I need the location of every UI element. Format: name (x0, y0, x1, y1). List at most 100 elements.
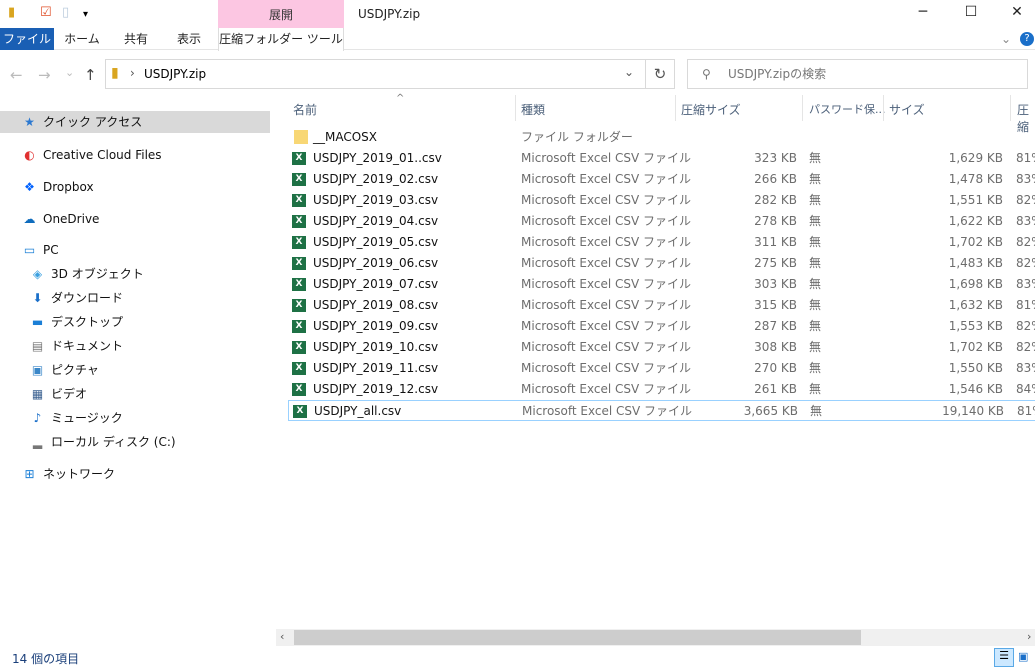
file-row[interactable]: X USDJPY_2019_04.csv Microsoft Excel CSV … (288, 211, 1035, 232)
tab-file[interactable]: ファイル (0, 28, 54, 50)
sidebar-item-label: Dropbox (43, 180, 94, 194)
column-divider[interactable] (802, 95, 803, 121)
sidebar-item[interactable]: ▬ デスクトップ (0, 311, 270, 333)
file-name: USDJPY_2019_01..csv (313, 151, 442, 165)
compression-ratio: 82% (1016, 340, 1035, 354)
extract-context-tab[interactable]: 展開 (218, 0, 344, 28)
address-bar[interactable]: ▮ › USDJPY.zip ⌄ (105, 59, 646, 89)
excel-csv-icon: X (292, 215, 306, 228)
sidebar-item[interactable]: ▦ ビデオ (0, 383, 270, 405)
file-row[interactable]: X USDJPY_2019_11.csv Microsoft Excel CSV … (288, 358, 1035, 379)
file-row[interactable]: X USDJPY_2019_05.csv Microsoft Excel CSV … (288, 232, 1035, 253)
sidebar-item[interactable]: ★ クイック アクセス (0, 111, 270, 133)
scroll-left-icon[interactable]: ‹ (280, 630, 284, 643)
file-name: USDJPY_2019_12.csv (313, 382, 439, 396)
column-divider[interactable] (675, 95, 676, 121)
column-divider[interactable] (883, 95, 884, 121)
password-protected: 無 (809, 235, 822, 249)
excel-csv-icon: X (292, 341, 306, 354)
sidebar-item-label: OneDrive (43, 212, 100, 226)
compressed-size: 3,665 KB (743, 404, 798, 418)
column-header-size[interactable]: サイズ (889, 101, 925, 118)
navigation-pane[interactable]: ★ クイック アクセス ◐ Creative Cloud Files ❖ Dropbox ☁… (0, 100, 272, 630)
compression-ratio: 82% (1016, 235, 1035, 249)
details-view-icon[interactable]: ☰ (994, 648, 1014, 667)
sidebar-item[interactable]: ◈ 3D オブジェクト (0, 263, 270, 285)
local-disk-icon: ▂ (32, 435, 43, 449)
refresh-button[interactable]: ↻ (645, 59, 675, 89)
file-row[interactable]: X USDJPY_2019_10.csv Microsoft Excel CSV … (288, 337, 1035, 358)
column-header-password[interactable]: パスワード保... (809, 101, 886, 117)
file-size: 1,478 KB (948, 172, 1003, 186)
file-name: USDJPY_2019_10.csv (313, 340, 439, 354)
large-icons-view-icon[interactable]: ▣ (1018, 650, 1028, 663)
file-row[interactable]: X USDJPY_2019_06.csv Microsoft Excel CSV … (288, 253, 1035, 274)
close-button[interactable]: ✕ (994, 4, 1035, 24)
column-header-type[interactable]: 種類 (521, 101, 545, 118)
scrollbar-thumb[interactable] (294, 630, 861, 645)
back-button[interactable]: ← (10, 66, 23, 84)
column-divider[interactable] (1010, 95, 1011, 121)
tab-view[interactable]: 表示 (164, 28, 214, 50)
expand-ribbon-icon[interactable]: ⌄ (998, 28, 1014, 50)
file-type: Microsoft Excel CSV ファイル (521, 151, 692, 165)
file-size: 1,698 KB (948, 277, 1003, 291)
sidebar-item-label: ローカル ディスク (C:) (51, 435, 176, 449)
file-name: USDJPY_2019_09.csv (313, 319, 439, 333)
tab-home[interactable]: ホーム (58, 28, 106, 50)
sidebar-item[interactable]: ◐ Creative Cloud Files (0, 144, 270, 166)
sort-ascending-icon: ^ (396, 93, 405, 104)
compressed-size: 261 KB (754, 382, 797, 396)
sidebar-item[interactable]: ▤ ドキュメント (0, 335, 270, 357)
sidebar-item[interactable]: ☁ OneDrive (0, 208, 270, 230)
tab-share[interactable]: 共有 (112, 28, 160, 50)
file-type: Microsoft Excel CSV ファイル (521, 361, 692, 375)
compression-ratio: 82% (1016, 319, 1035, 333)
file-row[interactable]: X USDJPY_2019_08.csv Microsoft Excel CSV … (288, 295, 1035, 316)
new-folder-icon[interactable]: ▯ (62, 5, 69, 23)
forward-button[interactable]: → (38, 66, 51, 84)
tab-compressed-folder-tools[interactable]: 圧縮フォルダー ツール (218, 28, 344, 51)
address-dropdown-icon[interactable]: ⌄ (624, 65, 634, 79)
column-header-name[interactable]: 名前 (293, 101, 317, 118)
search-input[interactable]: ⚲ USDJPY.zipの検索 (687, 59, 1028, 89)
zip-folder-icon: ▮ (111, 65, 119, 81)
sidebar-item-label: ネットワーク (43, 467, 116, 481)
title-bar: ▮ ☑ ▯ ▾ 展開 USDJPY.zip ─ ☐ ✕ (0, 0, 1035, 28)
column-header-compressed-size[interactable]: 圧縮サイズ (681, 101, 741, 118)
file-row[interactable]: X USDJPY_all.csv Microsoft Excel CSV ファイル… (288, 400, 1035, 421)
file-row[interactable]: X USDJPY_2019_12.csv Microsoft Excel CSV … (288, 379, 1035, 400)
file-name: USDJPY_2019_07.csv (313, 277, 439, 291)
file-name: USDJPY_2019_04.csv (313, 214, 439, 228)
sidebar-item[interactable]: ❖ Dropbox (0, 176, 270, 198)
file-row[interactable]: X USDJPY_2019_07.csv Microsoft Excel CSV … (288, 274, 1035, 295)
minimize-button[interactable]: ─ (900, 4, 946, 24)
scroll-right-icon[interactable]: › (1027, 630, 1031, 643)
sidebar-item[interactable]: ♪ ミュージック (0, 407, 270, 429)
recent-locations-button[interactable]: ⌄ (65, 66, 74, 79)
sidebar-item[interactable]: ▭ PC (0, 239, 270, 261)
file-row[interactable]: X USDJPY_2019_03.csv Microsoft Excel CSV … (288, 190, 1035, 211)
path-separator[interactable]: › (130, 66, 135, 80)
folder-row[interactable]: __MACOSX ファイル フォルダー (288, 127, 1035, 148)
file-row[interactable]: X USDJPY_2019_01..csv Microsoft Excel CSV… (288, 148, 1035, 169)
compressed-size: 287 KB (754, 319, 797, 333)
file-size: 1,546 KB (948, 382, 1003, 396)
sidebar-item[interactable]: ⊞ ネットワーク (0, 463, 270, 485)
breadcrumb[interactable]: USDJPY.zip (144, 67, 206, 81)
maximize-button[interactable]: ☐ (948, 4, 994, 24)
sidebar-item[interactable]: ▣ ピクチャ (0, 359, 270, 381)
help-icon[interactable]: ? (1020, 32, 1034, 46)
sidebar-item-label: ドキュメント (51, 339, 124, 353)
horizontal-scrollbar[interactable]: ‹ › (276, 629, 1035, 646)
compressed-size: 323 KB (754, 151, 797, 165)
properties-icon[interactable]: ☑ (40, 5, 52, 23)
up-button[interactable]: ↑ (84, 66, 97, 84)
sidebar-item[interactable]: ⬇ ダウンロード (0, 287, 270, 309)
file-row[interactable]: X USDJPY_2019_09.csv Microsoft Excel CSV … (288, 316, 1035, 337)
file-row[interactable]: X USDJPY_2019_02.csv Microsoft Excel CSV … (288, 169, 1035, 190)
customize-toolbar-icon[interactable]: ▾ (83, 9, 88, 27)
column-divider[interactable] (515, 95, 516, 121)
compression-ratio: 81% (1017, 404, 1035, 418)
sidebar-item[interactable]: ▂ ローカル ディスク (C:) (0, 431, 270, 453)
